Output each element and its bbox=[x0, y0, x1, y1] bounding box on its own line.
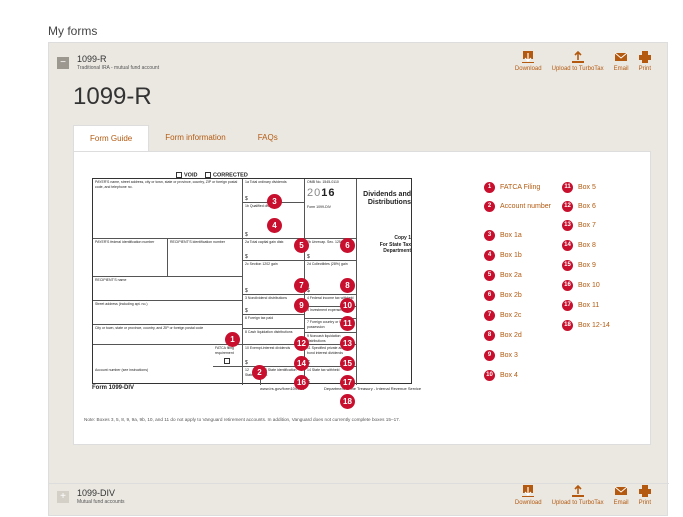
upload-turbotax-button[interactable]: Upload to TurboTax bbox=[552, 485, 604, 506]
form-year: 2016 bbox=[307, 186, 336, 199]
download-label: Download bbox=[514, 66, 542, 72]
badge-8: 8 bbox=[340, 278, 355, 293]
email-button[interactable]: Email bbox=[614, 51, 629, 72]
form-heading: Dividends and Distributions Copy 1 For S… bbox=[363, 191, 411, 254]
legend-item-box-2d[interactable]: 8 Box 2d bbox=[484, 330, 522, 341]
account-subtitle: Traditional IRA - mutual fund account bbox=[77, 65, 160, 71]
badge-15: 15 bbox=[340, 356, 355, 371]
account-title: 1099-DIV bbox=[77, 488, 116, 498]
account-number-cell: Account number (see instructions) bbox=[93, 367, 243, 385]
form-grid: PAYER'S name, street address, city or to… bbox=[92, 178, 412, 385]
badge-12: 12 bbox=[294, 336, 309, 351]
legend-item-box-4[interactable]: 10 Box 4 bbox=[484, 370, 518, 381]
badge-7: 7 bbox=[294, 278, 309, 293]
legend-item-fatca[interactable]: 1 FATCA Filing bbox=[484, 182, 540, 193]
fatca-cell: FATCA filing requirement bbox=[213, 345, 243, 367]
account-header-1099r[interactable]: − 1099-R Traditional IRA - mutual fund a… bbox=[49, 43, 669, 77]
plus-icon[interactable]: + bbox=[57, 491, 69, 503]
upload-turbotax-button[interactable]: Upload to TurboTax bbox=[552, 51, 604, 72]
legend-item-box-8[interactable]: 14 Box 8 bbox=[562, 240, 596, 251]
print-button[interactable]: Print bbox=[639, 51, 651, 72]
print-icon bbox=[638, 51, 651, 63]
action-bar: Download Upload to TurboTax Email Print bbox=[515, 485, 651, 506]
email-icon bbox=[615, 486, 628, 495]
download-button[interactable]: Download bbox=[515, 51, 542, 72]
form-1099-div-image: VOID CORRECTED PAYER'S name, street addr… bbox=[92, 172, 468, 409]
download-button[interactable]: Download bbox=[515, 485, 542, 506]
recipient-id-cell: RECIPIENT'S identification number bbox=[168, 239, 243, 277]
badge-3: 3 bbox=[267, 194, 282, 209]
form-title: 1099-R bbox=[73, 83, 152, 110]
account-header-1099div[interactable]: + 1099-DIV Mutual fund accounts Download… bbox=[49, 484, 669, 517]
legend-item-box-6[interactable]: 12 Box 6 bbox=[562, 201, 596, 212]
badge-18: 18 bbox=[340, 394, 355, 409]
badge-5: 5 bbox=[294, 238, 309, 253]
forms-panel: − 1099-R Traditional IRA - mutual fund a… bbox=[48, 42, 669, 517]
tab-bar: Form Guide Form information FAQs bbox=[73, 125, 294, 151]
form-guide-content: VOID CORRECTED PAYER'S name, street addr… bbox=[73, 151, 651, 445]
print-icon bbox=[638, 485, 651, 497]
legend-item-box-2b[interactable]: 6 Box 2b bbox=[484, 290, 522, 301]
upload-label: Upload to TurboTax bbox=[551, 500, 604, 506]
page-title: My forms bbox=[48, 24, 98, 38]
upload-icon bbox=[571, 51, 584, 63]
payer-id-cell: PAYER'S federal identification number bbox=[93, 239, 168, 277]
badge-10: 10 bbox=[340, 298, 355, 313]
legend-item-box-7[interactable]: 13 Box 7 bbox=[562, 220, 596, 231]
download-label: Download bbox=[514, 500, 542, 506]
upload-label: Upload to TurboTax bbox=[551, 66, 604, 72]
legend-item-box-11[interactable]: 17 Box 11 bbox=[562, 300, 599, 311]
recipient-name-cell: RECIPIENT'S name bbox=[93, 277, 243, 301]
email-label: Email bbox=[613, 66, 629, 72]
omb-cell: OMB No. 1545-0110 2016 Form 1099-DIV bbox=[305, 179, 357, 239]
print-label: Print bbox=[638, 66, 651, 72]
badge-9: 9 bbox=[294, 298, 309, 313]
tab-form-guide[interactable]: Form Guide bbox=[73, 125, 150, 151]
box-6: 6 Foreign tax paid bbox=[243, 315, 305, 329]
badge-17: 17 bbox=[340, 375, 355, 390]
badge-14: 14 bbox=[294, 356, 309, 371]
legend-item-box-2a[interactable]: 5 Box 2a bbox=[484, 270, 522, 281]
badge-2: 2 bbox=[252, 365, 267, 380]
download-icon bbox=[522, 485, 535, 497]
legend-item-box-10[interactable]: 16 Box 10 bbox=[562, 280, 600, 291]
upload-icon bbox=[571, 485, 584, 497]
email-label: Email bbox=[613, 500, 629, 506]
street-cell: Street address (including apt. no.) bbox=[93, 301, 243, 325]
download-icon bbox=[522, 51, 535, 63]
minus-icon[interactable]: − bbox=[57, 57, 69, 69]
legend-item-box-1a[interactable]: 3 Box 1a bbox=[484, 230, 522, 241]
badge-1: 1 bbox=[225, 332, 240, 347]
print-button[interactable]: Print bbox=[639, 485, 651, 506]
action-bar: Download Upload to TurboTax Email Print bbox=[515, 51, 651, 72]
legend-item-box-5[interactable]: 11 Box 5 bbox=[562, 182, 596, 193]
tab-faqs[interactable]: FAQs bbox=[242, 125, 294, 151]
form-footer: Form 1099-DIV www.irs.gov/form1099div De… bbox=[92, 385, 422, 391]
legend-item-box-2c[interactable]: 7 Box 2c bbox=[484, 310, 521, 321]
badge-13: 13 bbox=[340, 336, 355, 351]
form-note: Note: Boxes 3, 5, 8, 9, 9a, 9b, 10, and … bbox=[84, 417, 401, 422]
badge-6: 6 bbox=[340, 238, 355, 253]
badge-4: 4 bbox=[267, 218, 282, 233]
legend-item-box-3[interactable]: 9 Box 3 bbox=[484, 350, 518, 361]
payer-name-cell: PAYER'S name, street address, city or to… bbox=[93, 179, 243, 239]
badge-11: 11 bbox=[340, 316, 355, 331]
email-icon bbox=[615, 52, 628, 61]
badge-16: 16 bbox=[294, 375, 309, 390]
city-cell: City or town, state or province, country… bbox=[93, 325, 243, 345]
account-subtitle: Mutual fund accounts bbox=[77, 499, 125, 505]
account-title: 1099-R bbox=[77, 54, 107, 64]
legend-item-box-12-14[interactable]: 18 Box 12-14 bbox=[562, 320, 610, 331]
print-label: Print bbox=[638, 500, 651, 506]
legend-item-box-1b[interactable]: 4 Box 1b bbox=[484, 250, 522, 261]
legend-item-account-number[interactable]: 2 Account number bbox=[484, 201, 554, 212]
email-button[interactable]: Email bbox=[614, 485, 629, 506]
fatca-checkbox bbox=[224, 358, 230, 364]
legend-item-box-9[interactable]: 15 Box 9 bbox=[562, 260, 596, 271]
tab-form-information[interactable]: Form information bbox=[149, 125, 241, 151]
